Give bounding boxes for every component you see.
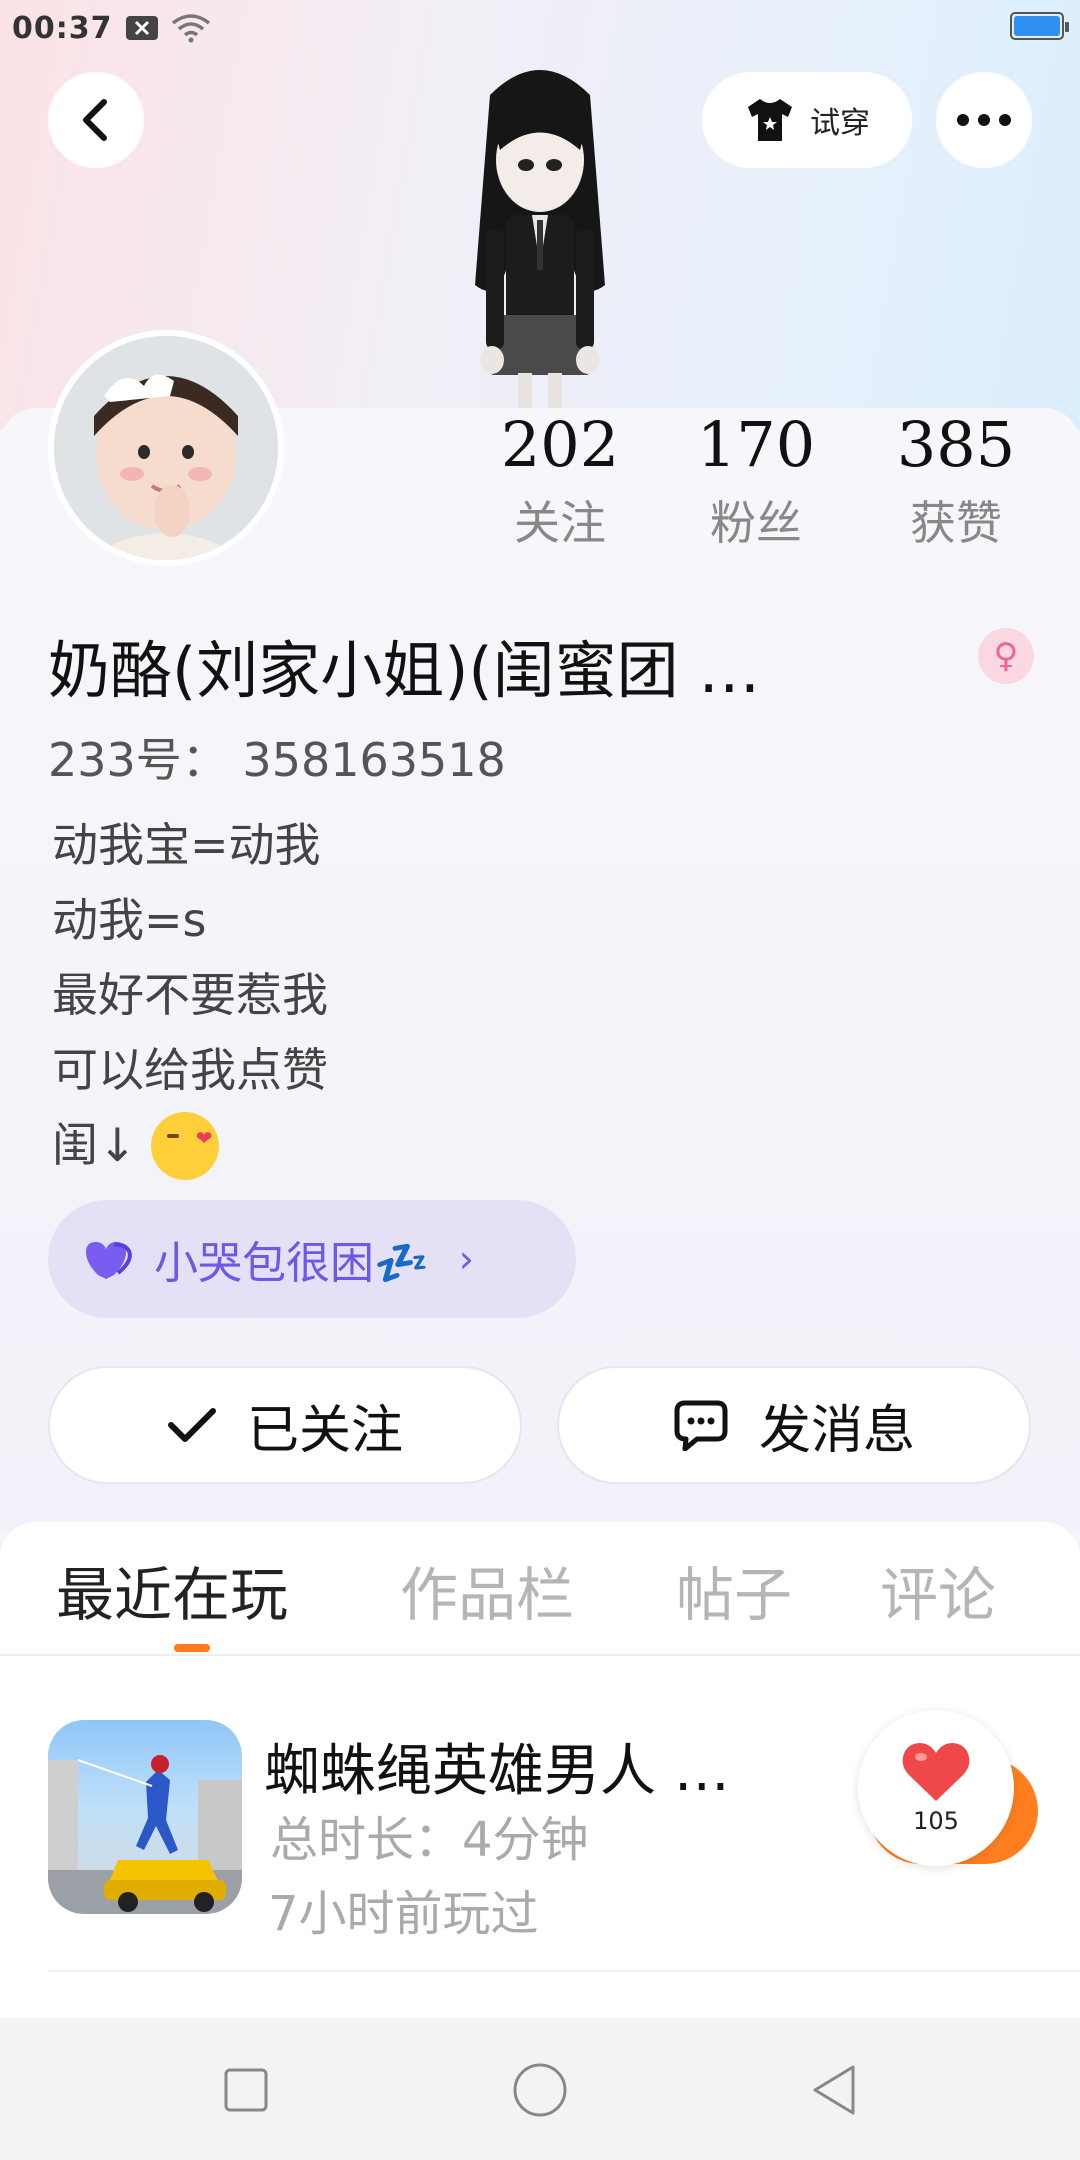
stat-value: 385 bbox=[896, 408, 1016, 481]
bio-line-with-emoji: 闺↓ bbox=[52, 1101, 952, 1183]
female-gender-icon: ♀ bbox=[978, 628, 1034, 684]
avatar-3d-character[interactable] bbox=[430, 55, 650, 415]
check-icon bbox=[167, 1408, 216, 1442]
game-title: 蜘蛛绳英雄男人 … bbox=[264, 1739, 730, 1804]
message-bubble-icon bbox=[674, 1400, 728, 1451]
like-count: 105 bbox=[913, 1807, 959, 1835]
notification-x-icon bbox=[125, 14, 159, 42]
bio-line: 动我=s bbox=[52, 893, 207, 947]
game-icon[interactable] bbox=[48, 1720, 242, 1914]
bio-line: 闺↓ bbox=[52, 1118, 137, 1172]
club-chip[interactable]: 小哭包很困💤 › bbox=[48, 1200, 576, 1318]
stat-following[interactable]: 202 关注 bbox=[470, 408, 650, 553]
active-tab-indicator bbox=[174, 1644, 210, 1652]
tab-recently-played[interactable]: 最近在玩 bbox=[56, 1548, 288, 1632]
square-icon bbox=[224, 2068, 268, 2112]
stat-likes[interactable]: 385 获赞 bbox=[866, 408, 1046, 553]
try-on-button[interactable]: 试穿 bbox=[702, 72, 912, 168]
triangle-back-icon bbox=[813, 2065, 855, 2115]
like-badge: 105 bbox=[858, 1710, 1014, 1866]
profile-id: 233号： 358163518 bbox=[48, 733, 506, 787]
divider bbox=[48, 1970, 1080, 1972]
bio-line: 最好不要惹我 bbox=[52, 968, 328, 1022]
more-dots-icon bbox=[957, 114, 1011, 126]
recent-game-row[interactable]: 蜘蛛绳英雄男人 … 总时长：4分钟 7小时前玩过 105 bbox=[0, 1682, 1080, 1952]
recent-apps-button[interactable] bbox=[216, 2060, 276, 2120]
send-message-button[interactable]: 发消息 bbox=[557, 1366, 1031, 1484]
stat-label: 粉丝 bbox=[710, 496, 802, 550]
tab-works[interactable]: 作品栏 bbox=[400, 1548, 574, 1632]
bio-line: 动我宝=动我 bbox=[52, 818, 321, 872]
back-nav-button[interactable] bbox=[804, 2060, 864, 2120]
profile-name: 奶酪(刘家小姐)(闺蜜团 … bbox=[48, 634, 761, 707]
stat-value: 170 bbox=[696, 408, 816, 481]
stat-label: 获赞 bbox=[910, 496, 1002, 550]
tab-comments[interactable]: 评论 bbox=[880, 1548, 996, 1632]
profile-tabs: 最近在玩 作品栏 帖子 评论 bbox=[0, 1522, 1080, 1652]
name-row: 奶酪(刘家小姐)(闺蜜团 … ♀ bbox=[48, 620, 1048, 707]
chevron-right-icon: › bbox=[458, 1237, 474, 1281]
home-button[interactable] bbox=[510, 2060, 570, 2120]
stat-value: 202 bbox=[500, 408, 620, 481]
like-button[interactable]: 105 bbox=[858, 1710, 1038, 1880]
back-button[interactable] bbox=[48, 72, 144, 168]
system-navigation-bar bbox=[0, 2018, 1080, 2160]
stat-label: 关注 bbox=[514, 496, 606, 550]
tshirt-icon bbox=[748, 99, 792, 141]
try-on-label: 试穿 bbox=[810, 106, 870, 141]
stat-fans[interactable]: 170 粉丝 bbox=[666, 408, 846, 553]
game-duration: 总时长：4分钟 bbox=[270, 1812, 589, 1868]
purple-heart-icon bbox=[86, 1242, 132, 1279]
heart-icon bbox=[902, 1743, 970, 1801]
wifi-icon bbox=[171, 13, 211, 43]
kiss-emoji-icon bbox=[150, 1101, 219, 1180]
send-message-label: 发消息 bbox=[758, 1400, 915, 1461]
following-label: 已关注 bbox=[246, 1400, 403, 1461]
profile-stats: 202 关注 170 粉丝 385 获赞 bbox=[470, 408, 1050, 558]
following-button[interactable]: 已关注 bbox=[48, 1366, 522, 1484]
bio-line: 可以给我点赞 bbox=[52, 1043, 328, 1097]
battery-icon bbox=[1010, 12, 1069, 40]
divider bbox=[0, 1654, 1080, 1656]
content-panel: 最近在玩 作品栏 帖子 评论 蜘蛛绳英雄男人 … 总时长：4分钟 7小时前玩过 bbox=[0, 1522, 1080, 2018]
status-bar: 00:37 bbox=[0, 0, 1080, 56]
more-options-button[interactable] bbox=[936, 72, 1032, 168]
tab-posts[interactable]: 帖子 bbox=[676, 1548, 792, 1632]
game-last-played: 7小时前玩过 bbox=[268, 1886, 539, 1942]
status-time: 00:37 bbox=[12, 10, 113, 46]
circle-icon bbox=[513, 2063, 567, 2117]
club-label: 小哭包很困💤 bbox=[154, 1238, 429, 1289]
profile-avatar[interactable] bbox=[48, 330, 284, 566]
chevron-left-icon bbox=[83, 99, 107, 141]
profile-bio: 动我宝=动我 动我=s 最好不要惹我 可以给我点赞 闺↓ bbox=[52, 808, 952, 1183]
